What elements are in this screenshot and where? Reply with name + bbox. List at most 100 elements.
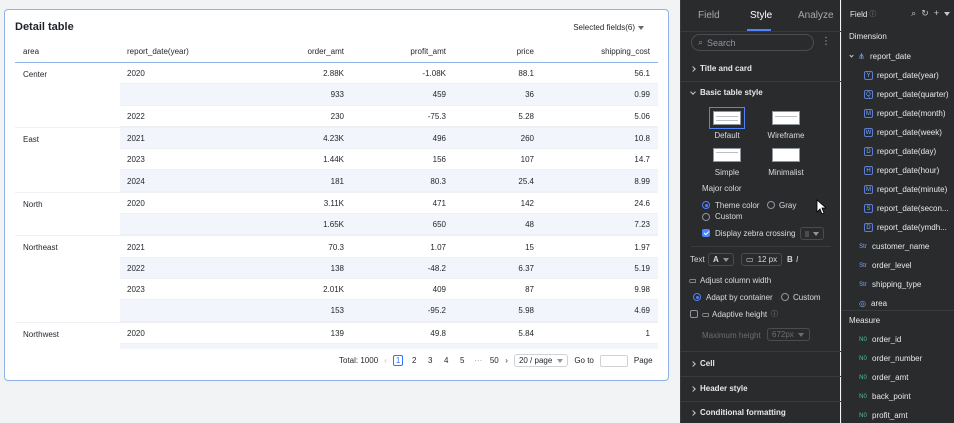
field-date-item[interactable]: Hreport_date(hour) (864, 166, 939, 175)
field-measure-item[interactable]: N0 order_id (858, 335, 901, 344)
radio-gray[interactable] (767, 201, 775, 209)
info-icon[interactable]: ⓘ (869, 9, 876, 19)
page-4[interactable]: 4 (441, 356, 451, 365)
text-type-icon: Str (859, 243, 867, 250)
text-style-select[interactable]: A (708, 253, 734, 266)
table-row: North 2020 3.11K 471 142 24.6 (15, 193, 658, 215)
total-count: Total: 1000 (339, 356, 379, 365)
table-row: 2023 1.44K 156 107 14.7 (15, 149, 658, 171)
field-date-item[interactable]: Mreport_date(minute) (864, 185, 947, 194)
cell-year: 2022 (127, 111, 145, 121)
field-date-item[interactable]: Qreport_date(quarter) (864, 90, 949, 99)
radio-custom[interactable] (702, 213, 710, 221)
header-shipping-cost[interactable]: shipping_cost (601, 47, 650, 56)
cell-year: 2020 (127, 198, 145, 208)
header-price[interactable]: price (517, 47, 534, 56)
calendar-icon: M (864, 185, 873, 194)
calendar-icon: W (864, 128, 873, 137)
cell-price: 6.37 (518, 263, 534, 273)
field-label: report_date(day) (877, 147, 937, 156)
style-option-simple[interactable]: Simple (704, 148, 750, 177)
next-page-icon[interactable]: › (505, 356, 508, 365)
cell-year: 2023 (127, 285, 145, 295)
search-icon: ⌕ (698, 37, 704, 47)
more-icon[interactable]: ⋮ (821, 36, 831, 47)
header-profit-amt[interactable]: profit_amt (410, 47, 446, 56)
radio-custom-width[interactable] (781, 293, 789, 301)
page-2[interactable]: 2 (409, 356, 419, 365)
field-text-item[interactable]: Str shipping_type (858, 280, 921, 289)
bold-button[interactable]: B (787, 255, 793, 264)
search-icon[interactable]: ⌕ (911, 8, 916, 19)
page-3[interactable]: 3 (425, 356, 435, 365)
field-date-item[interactable]: Sreport_date(secon... (864, 204, 949, 213)
adaptive-height-checkbox[interactable] (690, 310, 698, 318)
table-row: 2023 2.01K 409 87 9.98 (15, 279, 658, 301)
page-1[interactable]: 1 (392, 355, 404, 366)
goto-page-input[interactable] (599, 354, 628, 367)
cell-order-amt: 99.1 (328, 344, 344, 349)
header-report-date-year[interactable]: report_date(year) (127, 47, 189, 56)
field-measure-item[interactable]: N0 order_number (858, 354, 922, 363)
divider (681, 351, 841, 352)
section-cell[interactable]: Cell (690, 359, 715, 368)
style-option-wireframe[interactable]: Wireframe (763, 111, 809, 140)
number-type-icon: N0 (859, 393, 867, 400)
section-basic-table-style[interactable]: Basic table style (690, 88, 763, 97)
field-date-item[interactable]: Yreport_date(year) (864, 71, 939, 80)
panel-search-input[interactable]: ⌕ Search (691, 34, 814, 51)
zebra-checkbox[interactable] (702, 229, 710, 237)
field-date-item[interactable]: Dreport_date(ymdh... (864, 223, 947, 232)
tab-analyze[interactable]: Analyze (798, 10, 834, 21)
info-icon[interactable]: ⓘ (771, 309, 778, 319)
add-icon[interactable]: + (934, 8, 939, 19)
section-header-style[interactable]: Header style (690, 384, 748, 393)
custom-width-label: Custom (793, 293, 821, 302)
cell-price: 15 (525, 242, 534, 252)
max-height-select[interactable]: 672px (767, 328, 810, 341)
field-text-item[interactable]: Str customer_name (858, 242, 929, 251)
tab-field[interactable]: Field (698, 10, 720, 21)
per-page-select[interactable]: 20 / page (513, 354, 569, 367)
cell-profit-amt: 156 (432, 155, 446, 165)
field-measure-item[interactable]: N0 order_amt (858, 373, 908, 382)
chevron-down-icon (690, 88, 696, 95)
page-5[interactable]: 5 (457, 356, 467, 365)
font-size-input[interactable]: ▭ 12 px (741, 253, 783, 266)
max-height-label: Maximum height (702, 331, 761, 340)
row-background (120, 343, 658, 349)
radio-adapt-container[interactable] (693, 293, 701, 301)
section-title-and-card[interactable]: Title and card (690, 64, 752, 73)
tab-style[interactable]: Style (750, 10, 772, 21)
detail-table-card[interactable]: Detail table Selected fields(6) area rep… (4, 9, 669, 381)
page-ellipsis[interactable]: ··· (473, 356, 483, 365)
divider (681, 376, 841, 377)
cell-order-amt: 1.65K (323, 220, 344, 230)
card-title: Detail table (15, 21, 74, 33)
style-option-minimalist[interactable]: Minimalist (763, 148, 809, 177)
cell-area: Northeast (23, 243, 58, 253)
row-background (120, 257, 658, 279)
field-measure-item[interactable]: N0 back_point (858, 392, 911, 401)
field-date-item[interactable]: Dreport_date(day) (864, 147, 936, 156)
field-measure-item[interactable]: N0 profit_amt (858, 411, 907, 420)
radio-theme-color[interactable] (702, 201, 710, 209)
style-option-default[interactable]: Default (704, 107, 750, 140)
cell-shipping-cost: 5.19 (634, 263, 650, 273)
field-area[interactable]: ◎ area (858, 299, 887, 308)
zebra-color-picker[interactable] (800, 227, 824, 240)
selected-fields-dropdown[interactable]: Selected fields(6) (573, 23, 644, 32)
prev-page-icon[interactable]: ‹ (384, 356, 387, 365)
header-area[interactable]: area (23, 47, 39, 56)
refresh-icon[interactable]: ↻ (921, 8, 929, 19)
field-date-item[interactable]: Mreport_date(month) (864, 109, 945, 118)
chevron-down-icon[interactable] (944, 12, 950, 16)
field-text-item[interactable]: Str order_level (858, 261, 911, 270)
page-50[interactable]: 50 (489, 356, 499, 365)
section-conditional-formatting[interactable]: Conditional formatting (690, 408, 786, 417)
header-order-amt[interactable]: order_amt (308, 47, 344, 56)
italic-button[interactable]: I (796, 255, 798, 264)
adapt-container-label: Adapt by container (706, 293, 773, 302)
field-report-date[interactable]: ⋔ report_date (849, 52, 911, 61)
field-date-item[interactable]: Wreport_date(week) (864, 128, 942, 137)
